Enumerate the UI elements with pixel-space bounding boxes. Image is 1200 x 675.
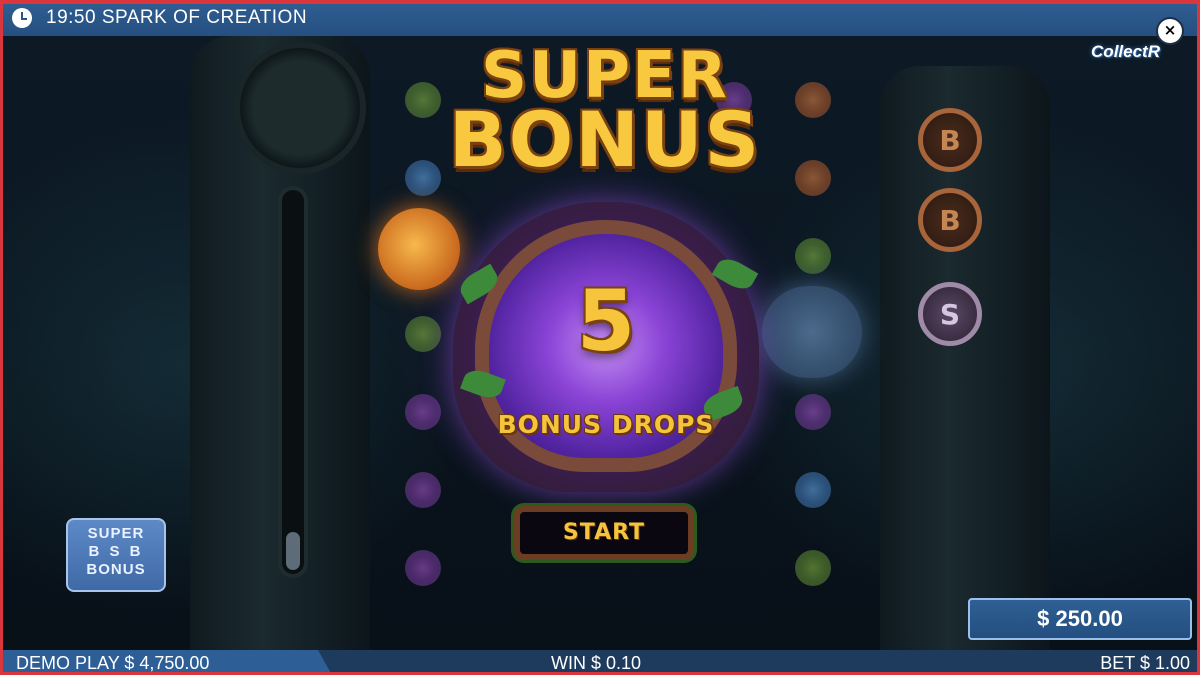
- badge-line-2: B S B: [88, 543, 144, 560]
- collect-coin-s-icon: S: [918, 282, 982, 346]
- element-orb-ring: [234, 42, 366, 174]
- popup-title: SUPER BONUS: [430, 44, 780, 184]
- collect-coin-b-icon: B: [918, 188, 982, 252]
- orange-gem-icon: [795, 160, 831, 196]
- sun-creature-icon: [378, 208, 460, 290]
- bonus-count: 5: [576, 272, 636, 370]
- demo-balance-panel: DEMO PLAY $ 4,750.00: [0, 650, 332, 675]
- green-gem-icon: [405, 316, 441, 352]
- purple-gem-icon: [405, 472, 441, 508]
- demo-play-label: DEMO PLAY $ 4,750.00: [16, 653, 210, 673]
- time-display: 19:50: [46, 7, 97, 28]
- win-label: WIN $ 0.10: [551, 653, 642, 673]
- bonus-drops-label: BONUS DROPS: [497, 410, 715, 439]
- purple-gem-icon: [405, 394, 441, 430]
- top-bar: 19:50 SPARK OF CREATION: [0, 0, 1200, 36]
- meter-fill: [286, 531, 300, 570]
- super-bonus-badge[interactable]: SUPER B S B BONUS: [66, 518, 166, 592]
- header-title: 19:50 SPARK OF CREATION: [46, 7, 307, 29]
- green-gem-icon: [795, 550, 831, 586]
- badge-line-3: BONUS: [86, 561, 146, 578]
- close-icon[interactable]: ×: [1156, 17, 1184, 45]
- game-title: SPARK OF CREATION: [101, 7, 308, 28]
- spirit-creature-icon: [762, 286, 862, 378]
- badge-line-1: SUPER: [87, 525, 145, 542]
- green-gem-icon: [795, 238, 831, 274]
- purple-gem-icon: [795, 394, 831, 430]
- start-button[interactable]: START: [514, 506, 694, 560]
- balance-display: $ 250.00: [968, 598, 1192, 640]
- progress-meter: [278, 186, 308, 578]
- bet-label[interactable]: BET $ 1.00: [1100, 653, 1190, 674]
- bottom-bar: DEMO PLAY $ 4,750.00 WIN $ 0.10 BET $ 1.…: [0, 650, 1200, 675]
- clock-icon: [12, 8, 32, 28]
- collect-coin-b-icon: B: [918, 108, 982, 172]
- blue-gem-icon: [795, 472, 831, 508]
- popup-title-line-2: BONUS: [448, 94, 762, 184]
- collectr-logo: CollectR: [1091, 42, 1160, 61]
- purple-gem-icon: [405, 550, 441, 586]
- orange-gem-icon: [795, 82, 831, 118]
- super-bonus-popup: 5 BONUS DROPS: [453, 202, 759, 524]
